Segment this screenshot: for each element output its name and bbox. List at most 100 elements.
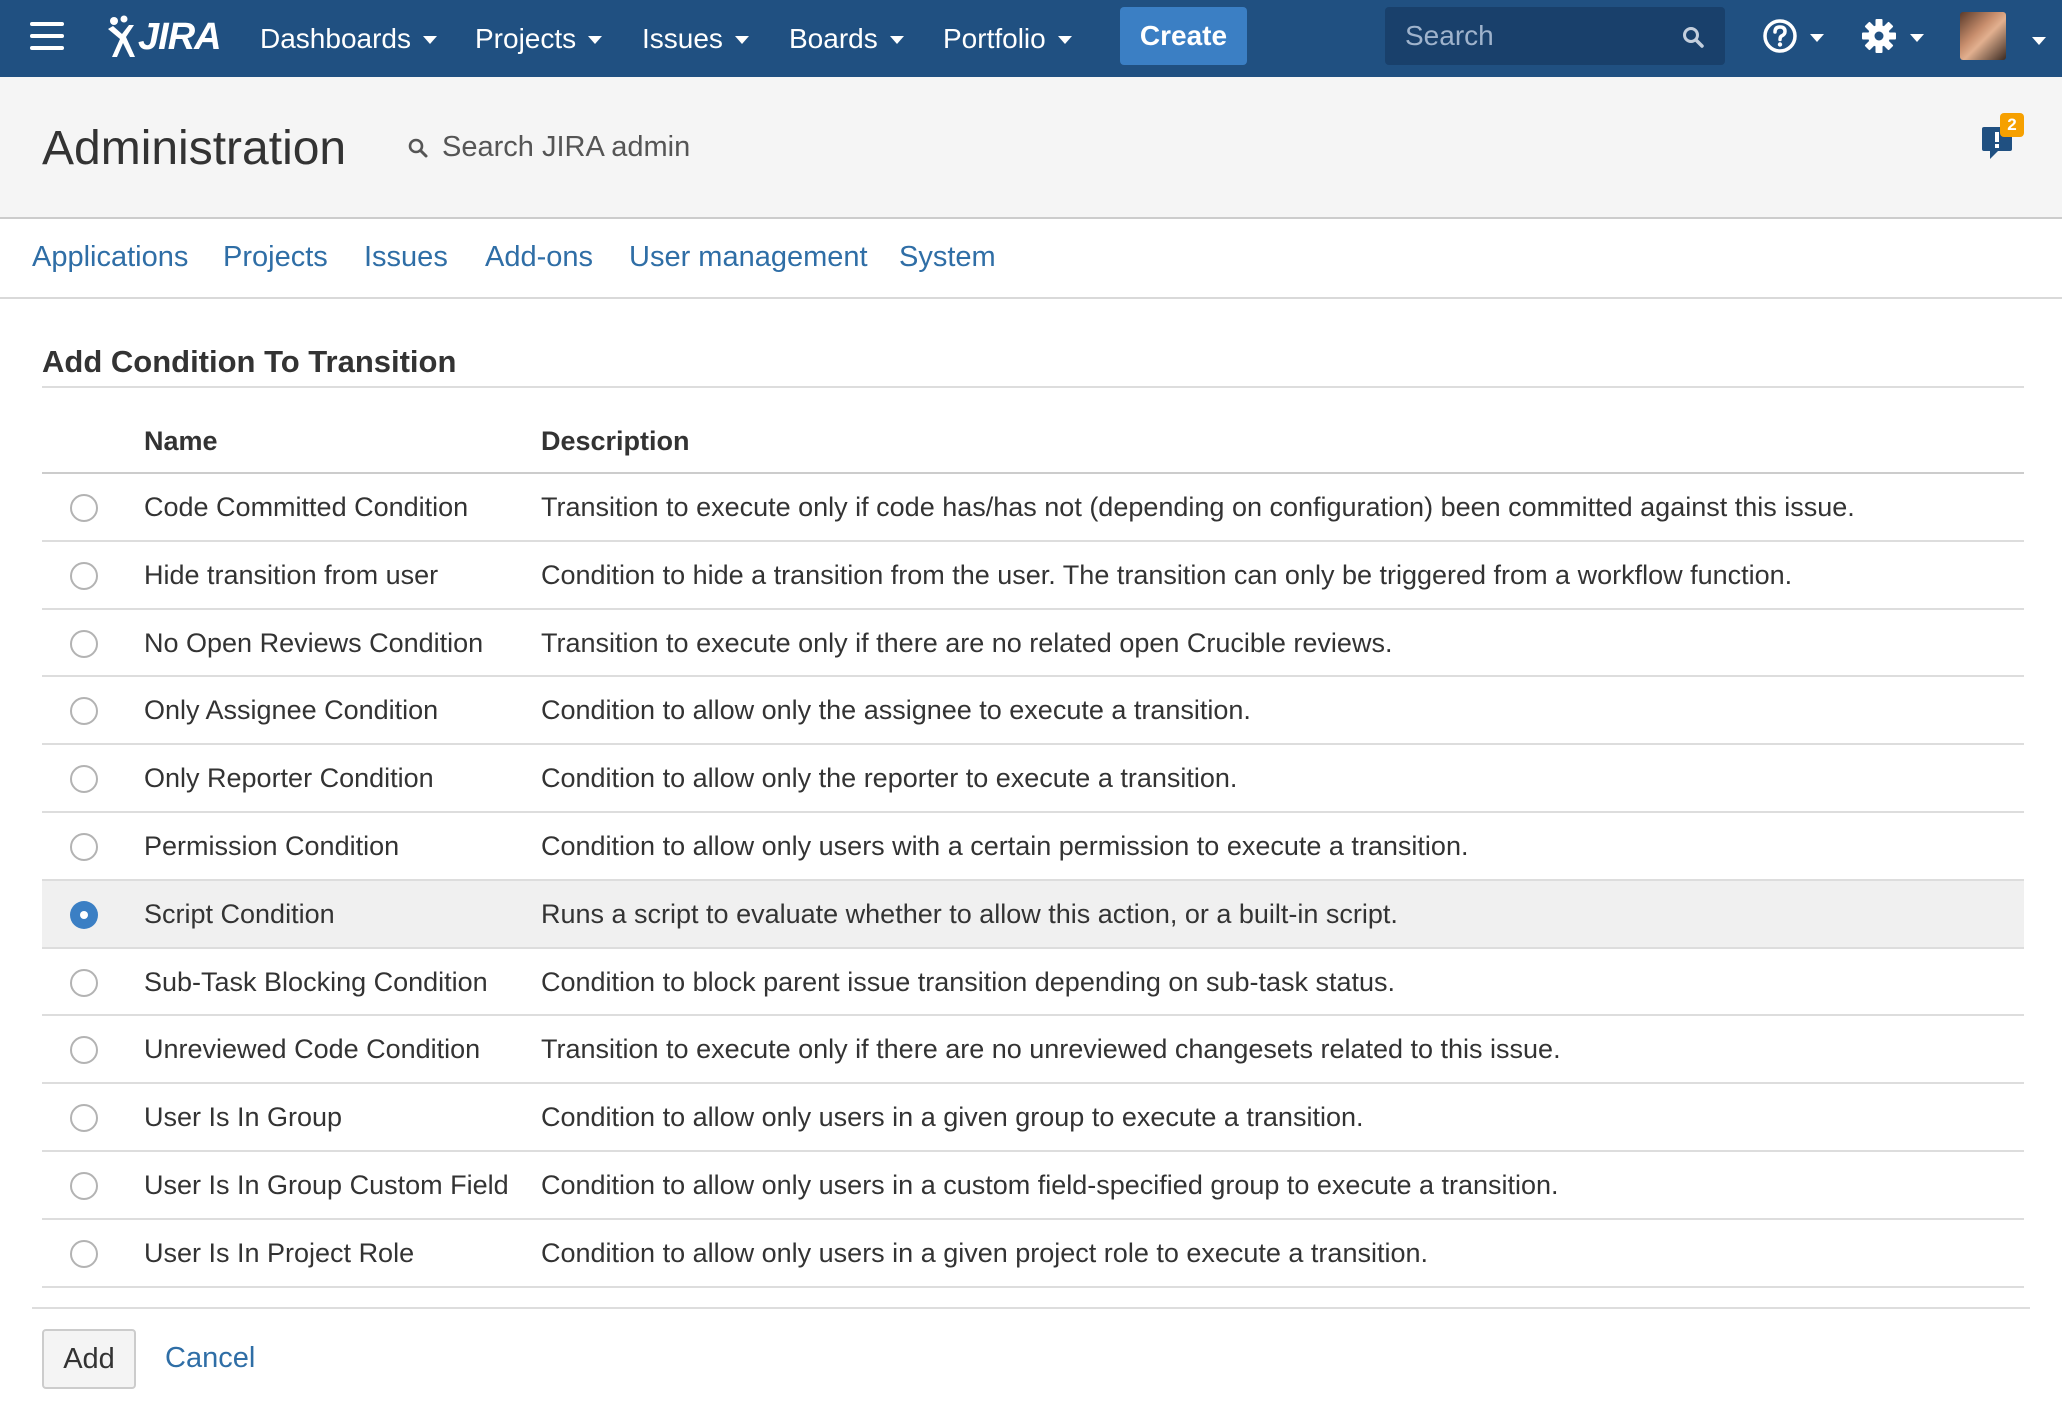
chevron-down-icon bbox=[1057, 36, 1072, 44]
condition-radio[interactable] bbox=[70, 1239, 98, 1268]
tab-system[interactable]: System bbox=[899, 241, 996, 274]
table-row[interactable]: Permission Condition Condition to allow o… bbox=[42, 813, 2024, 881]
table-row[interactable]: Sub-Task Blocking Condition Condition to … bbox=[42, 949, 2024, 1017]
table-header: Name Description bbox=[42, 408, 2024, 474]
chevron-down-icon bbox=[588, 36, 603, 44]
table-row[interactable]: Code Committed Condition Transition to ex… bbox=[42, 474, 2024, 542]
chevron-down-icon bbox=[1910, 33, 1924, 42]
table-body: Code Committed Condition Transition to ex… bbox=[42, 474, 2024, 1288]
divider bbox=[32, 1307, 2030, 1309]
condition-name: Unreviewed Code Condition bbox=[144, 1034, 481, 1065]
nav-projects-label: Projects bbox=[475, 22, 577, 54]
help-icon bbox=[1763, 19, 1797, 53]
condition-radio[interactable] bbox=[70, 765, 98, 794]
table-row[interactable]: Unreviewed Code Condition Transition to e… bbox=[42, 1016, 2024, 1085]
condition-description: Runs a script to evaluate whether to all… bbox=[541, 898, 1398, 929]
nav-portfolio-menu[interactable]: Portfolio bbox=[943, 0, 1072, 77]
condition-radio[interactable] bbox=[70, 900, 98, 929]
condition-radio[interactable] bbox=[70, 1036, 98, 1065]
table-row[interactable]: Script Condition Runs a script to evaluat… bbox=[42, 880, 2024, 949]
column-header-name: Name bbox=[144, 426, 218, 456]
column-header-description: Description bbox=[541, 426, 690, 456]
jira-logo[interactable]: JIRA bbox=[104, 12, 222, 62]
add-button[interactable]: Add bbox=[42, 1329, 136, 1389]
condition-radio[interactable] bbox=[70, 561, 98, 590]
condition-radio[interactable] bbox=[70, 494, 98, 522]
condition-description: Condition to hide a transition from the … bbox=[541, 559, 1793, 590]
tab-add-ons[interactable]: Add-ons bbox=[485, 241, 593, 274]
chevron-down-icon bbox=[734, 36, 749, 44]
nav-issues-label: Issues bbox=[642, 22, 723, 54]
nav-dashboards-label: Dashboards bbox=[260, 22, 411, 54]
user-avatar[interactable] bbox=[1960, 12, 2006, 60]
condition-name: Only Reporter Condition bbox=[144, 763, 434, 794]
nav-projects-menu[interactable]: Projects bbox=[475, 0, 603, 77]
table-row[interactable]: Hide transition from user Condition to hi… bbox=[42, 542, 2024, 610]
condition-description: Condition to block parent issue transiti… bbox=[541, 966, 1396, 997]
condition-description: Condition to allow only users in a custo… bbox=[541, 1169, 1559, 1200]
table-row[interactable]: No Open Reviews Condition Transition to e… bbox=[42, 610, 2024, 678]
condition-description: Transition to execute only if there are … bbox=[541, 627, 1393, 658]
admin-search-label: Search JIRA admin bbox=[442, 131, 691, 163]
admin-settings-menu[interactable] bbox=[1860, 17, 1924, 55]
jira-logo-icon bbox=[108, 15, 135, 57]
condition-name: Permission Condition bbox=[144, 830, 400, 861]
condition-name: User Is In Project Role bbox=[144, 1237, 415, 1268]
condition-radio[interactable] bbox=[70, 697, 98, 726]
condition-name: User Is In Group bbox=[144, 1102, 343, 1133]
condition-name: User Is In Group Custom Field bbox=[144, 1169, 509, 1200]
condition-radio[interactable] bbox=[70, 968, 98, 997]
condition-description: Condition to allow only the reporter to … bbox=[541, 763, 1238, 794]
condition-name: Only Assignee Condition bbox=[144, 695, 439, 726]
section-title: Add Condition To Transition bbox=[42, 344, 457, 379]
tab-issues[interactable]: Issues bbox=[364, 241, 448, 274]
notification-count-badge: 2 bbox=[2000, 113, 2024, 137]
tab-user-management[interactable]: User management bbox=[629, 241, 868, 274]
condition-name: Sub-Task Blocking Condition bbox=[144, 966, 488, 997]
table-row[interactable]: Only Assignee Condition Condition to allo… bbox=[42, 677, 2024, 746]
conditions-table: Name Description Code Committed Conditio… bbox=[42, 408, 2024, 1288]
admin-header: Administration Search JIRA admin 2 bbox=[0, 77, 2062, 219]
tab-applications[interactable]: Applications bbox=[32, 241, 188, 274]
condition-name: Code Committed Condition bbox=[144, 492, 469, 522]
condition-radio[interactable] bbox=[70, 629, 98, 658]
condition-radio[interactable] bbox=[70, 1104, 98, 1133]
help-menu[interactable] bbox=[1762, 18, 1824, 54]
quick-search-input[interactable] bbox=[1405, 20, 1665, 52]
admin-tabs: Applications Projects Issues Add-ons Use… bbox=[0, 219, 2062, 299]
gear-icon bbox=[1862, 19, 1896, 53]
condition-description: Condition to allow only users in a given… bbox=[541, 1237, 1428, 1268]
condition-name: Hide transition from user bbox=[144, 559, 439, 590]
table-row[interactable]: User Is In Group Custom Field Condition t… bbox=[42, 1152, 2024, 1220]
search-icon bbox=[408, 138, 428, 157]
nav-boards-label: Boards bbox=[789, 22, 878, 54]
chevron-down-icon[interactable] bbox=[2032, 37, 2046, 45]
condition-radio[interactable] bbox=[70, 832, 98, 861]
nav-boards-menu[interactable]: Boards bbox=[789, 0, 904, 77]
condition-description: Condition to allow only users with a cer… bbox=[541, 830, 1469, 861]
condition-name: No Open Reviews Condition bbox=[144, 627, 484, 658]
divider bbox=[42, 386, 2024, 388]
chevron-down-icon bbox=[889, 36, 904, 44]
condition-radio[interactable] bbox=[70, 1171, 98, 1200]
condition-description: Transition to execute only if there are … bbox=[541, 1034, 1561, 1065]
condition-name: Script Condition bbox=[144, 898, 335, 929]
app-switcher-menu-icon[interactable] bbox=[30, 22, 66, 52]
condition-description: Condition to allow only the assignee to … bbox=[541, 695, 1251, 726]
nav-dashboards-menu[interactable]: Dashboards bbox=[260, 0, 437, 77]
table-row[interactable]: User Is In Project Role Condition to allo… bbox=[42, 1220, 2024, 1288]
admin-search-trigger[interactable]: Search JIRA admin bbox=[406, 131, 690, 164]
cancel-link[interactable]: Cancel bbox=[165, 1342, 255, 1375]
nav-issues-menu[interactable]: Issues bbox=[642, 0, 749, 77]
quick-search bbox=[1385, 7, 1725, 65]
search-icon[interactable] bbox=[1681, 25, 1705, 49]
condition-description: Condition to allow only users in a given… bbox=[541, 1102, 1364, 1133]
tab-projects[interactable]: Projects bbox=[223, 241, 328, 274]
top-navigation-bar: JIRA Dashboards Projects Issues Boards P… bbox=[0, 0, 2062, 77]
table-row[interactable]: User Is In Group Condition to allow only … bbox=[42, 1084, 2024, 1152]
table-row[interactable]: Only Reporter Condition Condition to allo… bbox=[42, 745, 2024, 813]
chevron-down-icon bbox=[1810, 33, 1824, 42]
create-issue-button[interactable]: Create bbox=[1120, 7, 1247, 65]
notifications-button[interactable]: 2 bbox=[1980, 113, 2028, 167]
page-title: Administration bbox=[42, 122, 347, 175]
